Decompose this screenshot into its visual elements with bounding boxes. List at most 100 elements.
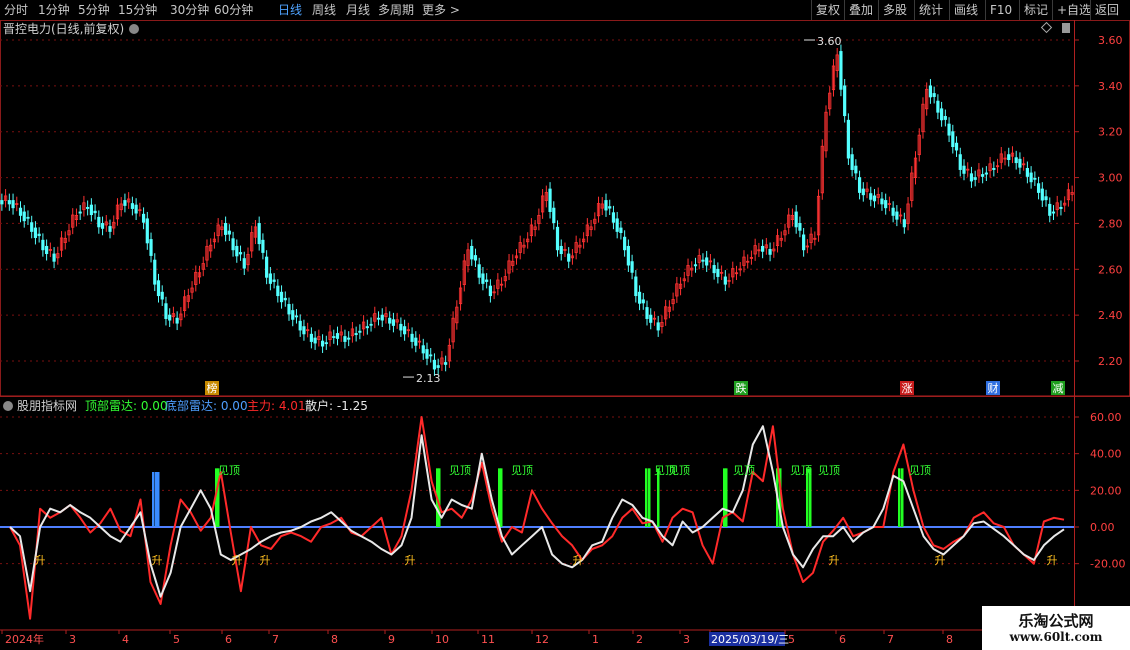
candle-body — [880, 198, 884, 205]
period-tab-5[interactable]: 60分钟 — [214, 2, 253, 18]
candle-body — [857, 177, 862, 193]
period-tab-7[interactable]: 周线 — [312, 2, 336, 18]
candle-body — [276, 285, 280, 297]
main-force-line — [9, 416, 1065, 620]
toolbar-separator — [985, 0, 986, 20]
candle-body — [354, 333, 358, 336]
candle-body — [626, 245, 630, 266]
indicator-legend-item: 底部雷达: 0.00 — [165, 398, 248, 413]
candle-body — [902, 219, 906, 228]
candle-body — [936, 100, 940, 113]
bottom-radar-bar — [152, 472, 155, 527]
period-tab-4[interactable]: 30分钟 — [170, 2, 209, 18]
watermark-url: www.60lt.com — [1009, 630, 1103, 644]
candle-body — [33, 227, 38, 238]
candle-body — [403, 326, 407, 335]
top-radar-bar — [898, 468, 901, 527]
time-axis-label: 8 — [946, 633, 953, 646]
toolbar-separator — [914, 0, 915, 20]
toolbar-action-2[interactable]: 多股 — [883, 2, 907, 18]
candle-body — [947, 123, 951, 136]
candle-body — [335, 333, 340, 339]
toolbar-action-3[interactable]: 统计 — [919, 2, 943, 18]
candle-body — [1018, 158, 1022, 168]
diamond-icon[interactable] — [1040, 21, 1053, 34]
top-signal-label: 见顶 — [218, 464, 240, 477]
time-axis-label: 2024年 — [5, 632, 44, 646]
top-signal-label: 见顶 — [733, 464, 755, 477]
period-tab-8[interactable]: 月线 — [346, 2, 370, 18]
candle-body — [608, 206, 612, 209]
candle-body — [410, 333, 414, 342]
event-marker-label: 涨 — [902, 382, 913, 395]
toolbar-action-8[interactable]: 返回 — [1095, 2, 1119, 18]
time-axis-label: 2 — [636, 633, 643, 646]
toolbar-separator — [844, 0, 845, 20]
watermark-title: 乐淘公式网 — [1018, 612, 1094, 630]
candle-body — [623, 236, 627, 251]
period-tab-2[interactable]: 5分钟 — [78, 2, 110, 18]
toolbar-action-1[interactable]: 叠加 — [849, 2, 873, 18]
candle-body — [548, 188, 552, 212]
candle-body — [376, 317, 381, 320]
top-signal-label: 见顶 — [511, 464, 533, 477]
toolbar-action-7[interactable]: +自选 — [1057, 2, 1091, 18]
top-signal-label: 见顶 — [909, 464, 931, 477]
period-tab-6[interactable]: 日线 — [278, 2, 302, 18]
top-radar-bar — [901, 468, 904, 527]
candle-body — [235, 245, 239, 257]
candle-body — [846, 119, 850, 159]
candle-body — [30, 222, 34, 232]
top-radar-bar — [648, 468, 651, 527]
candle-body — [302, 326, 306, 335]
candle-body — [313, 337, 317, 344]
toolbar-action-4[interactable]: 画线 — [954, 2, 978, 18]
candle-body — [954, 142, 959, 151]
period-tab-10[interactable]: 更多 > — [422, 2, 460, 18]
panel-collapse-icon[interactable] — [1062, 23, 1070, 33]
candle-body — [164, 303, 168, 319]
top-signal-label: 见顶 — [668, 464, 690, 477]
candle-body — [958, 154, 962, 170]
candle-body — [1014, 157, 1018, 164]
candle-body — [884, 200, 888, 209]
candle-body — [287, 304, 291, 315]
candle-body — [701, 259, 705, 262]
time-axis-label: 10 — [435, 633, 449, 646]
candle-body — [145, 218, 149, 244]
candle-body — [89, 204, 93, 216]
toolbar-separator — [1052, 0, 1053, 20]
event-marker-label: 跌 — [736, 381, 747, 395]
candle-body — [261, 239, 265, 253]
candle-body — [1007, 154, 1011, 161]
candle-body — [1059, 206, 1063, 209]
toolbar-separator — [811, 0, 812, 20]
time-axis-label: 6 — [839, 633, 846, 646]
toolbar-action-6[interactable]: 标记 — [1024, 2, 1048, 18]
period-tab-9[interactable]: 多周期 — [378, 2, 414, 18]
bottom-signal-label: 升 — [573, 554, 584, 567]
indicator-dropdown-icon[interactable] — [3, 401, 13, 411]
candle-body — [388, 317, 392, 324]
period-tab-0[interactable]: 分时 — [4, 2, 28, 18]
high-price-label: 3.60 — [817, 35, 842, 48]
time-axis-label: 1 — [592, 633, 599, 646]
candle-body — [11, 200, 15, 209]
site-watermark: 乐淘公式网 www.60lt.com — [982, 606, 1130, 650]
candle-body — [649, 314, 653, 323]
period-tab-3[interactable]: 15分钟 — [118, 2, 157, 18]
time-axis-label: 3 — [69, 633, 76, 646]
toolbar-separator — [949, 0, 950, 20]
bottom-signal-label: 升 — [1047, 554, 1058, 567]
candle-body — [981, 174, 985, 177]
candle-body — [380, 314, 384, 321]
toolbar-action-5[interactable]: F10 — [990, 2, 1012, 18]
toolbar-action-0[interactable]: 复权 — [816, 2, 840, 18]
period-tab-1[interactable]: 1分钟 — [38, 2, 70, 18]
time-axis-label: 12 — [535, 633, 549, 646]
top-toolbar: 分时 1分钟 5分钟 15分钟 30分钟 60分钟 日线 周线 月线 多周期 更多 > 复权 叠加 多股统… — [0, 0, 1130, 21]
title-dropdown-icon[interactable] — [129, 24, 139, 34]
candle-body — [231, 238, 235, 251]
candle-body — [324, 342, 328, 345]
candle-body — [768, 249, 772, 255]
